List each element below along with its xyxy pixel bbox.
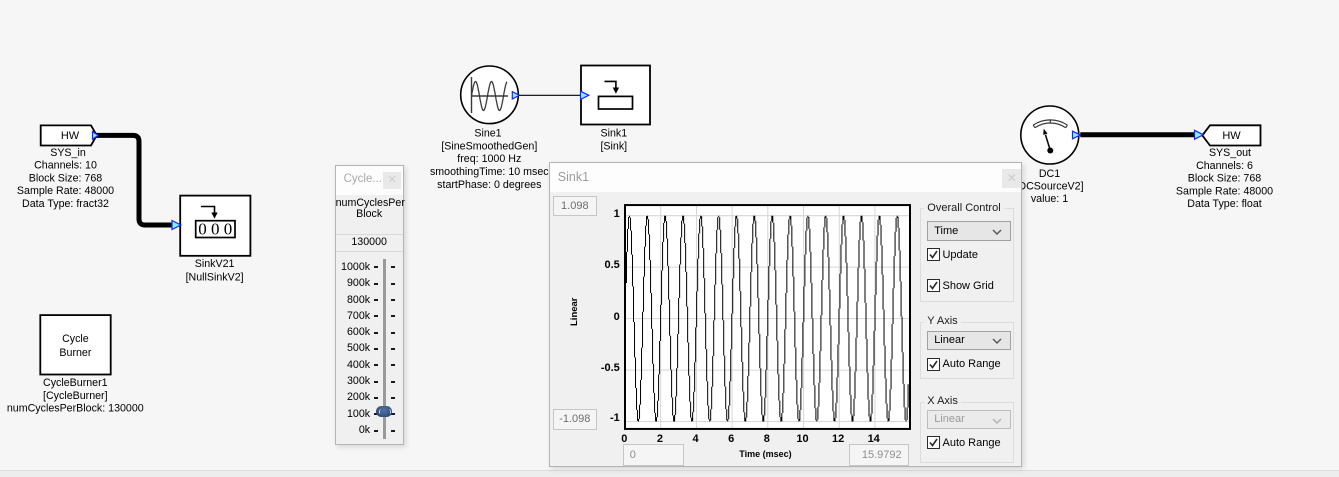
- svg-text:Sink1: Sink1: [600, 128, 627, 140]
- svg-text:SYS_in: SYS_in: [50, 147, 86, 159]
- svg-text:Data Type: fract32: Data Type: fract32: [22, 198, 109, 210]
- svg-text:numCyclesPerBlock: 130000: numCyclesPerBlock: 130000: [7, 402, 144, 414]
- svg-text:value: 1: value: 1: [1031, 193, 1068, 205]
- svg-text:0 0 0: 0 0 0: [198, 220, 232, 239]
- svg-text:Sine1: Sine1: [474, 127, 501, 139]
- svg-text:[Sink]: [Sink]: [600, 141, 627, 153]
- svg-text:DC1: DC1: [1039, 168, 1060, 180]
- svg-text:HW: HW: [1222, 130, 1241, 142]
- svg-text:[DCSourceV2]: [DCSourceV2]: [1015, 181, 1083, 193]
- svg-text:SYS_out: SYS_out: [1209, 147, 1251, 159]
- svg-text:HW: HW: [61, 130, 80, 142]
- svg-text:Data Type: float: Data Type: float: [1187, 198, 1261, 210]
- svg-text:SinkV21: SinkV21: [195, 258, 235, 270]
- svg-text:CycleBurner1: CycleBurner1: [43, 377, 108, 389]
- svg-text:[CycleBurner]: [CycleBurner]: [43, 390, 108, 402]
- svg-text:[NullSinkV2]: [NullSinkV2]: [186, 271, 244, 283]
- svg-text:Channels: 6: Channels: 6: [1196, 160, 1253, 172]
- svg-text:freq: 1000 Hz: freq: 1000 Hz: [457, 153, 521, 165]
- svg-text:[SineSmoothedGen]: [SineSmoothedGen]: [441, 141, 537, 153]
- svg-text:Burner: Burner: [59, 347, 91, 359]
- svg-text:smoothingTime: 10 msec: smoothingTime: 10 msec: [430, 166, 549, 178]
- svg-text:Sample Rate: 48000: Sample Rate: 48000: [1176, 185, 1273, 197]
- svg-text:Cycle: Cycle: [62, 333, 89, 345]
- svg-text:Block Size: 768: Block Size: 768: [1188, 173, 1262, 185]
- svg-text:Block Size: 768: Block Size: 768: [29, 172, 103, 184]
- svg-text:Sample Rate: 48000: Sample Rate: 48000: [17, 185, 114, 197]
- svg-text:startPhase: 0 degrees: startPhase: 0 degrees: [437, 179, 541, 191]
- svg-text:Channels: 10: Channels: 10: [34, 160, 97, 172]
